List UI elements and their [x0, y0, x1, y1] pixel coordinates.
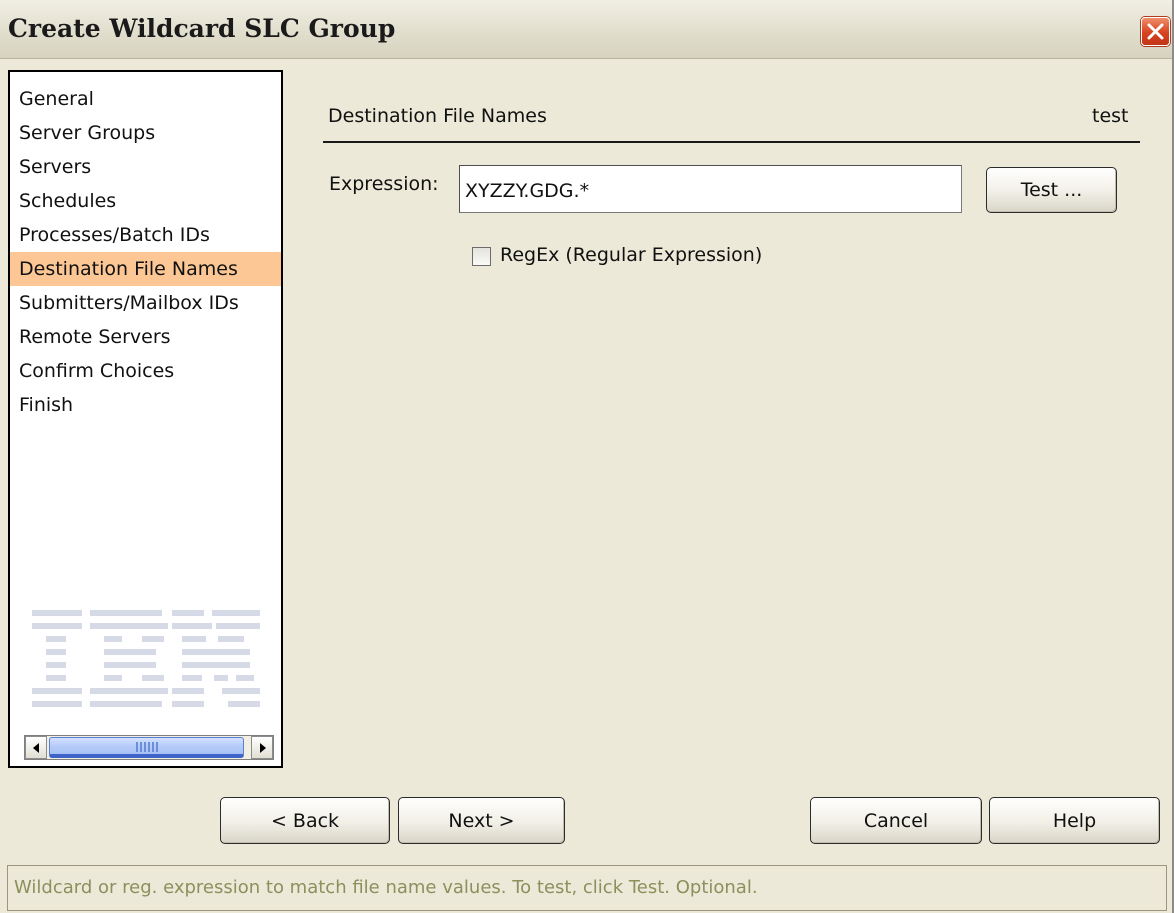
window-title: Create Wildcard SLC Group	[8, 14, 396, 43]
back-button[interactable]: < Back	[220, 797, 390, 844]
expression-label: Expression:	[329, 173, 439, 195]
regex-label[interactable]: RegEx (Regular Expression)	[500, 244, 762, 266]
nav-item-servers[interactable]: Servers	[10, 150, 281, 184]
nav-item-submitters-mailbox-ids[interactable]: Submitters/Mailbox IDs	[10, 286, 281, 320]
dialog-window: Create Wildcard SLC Group General Server…	[0, 0, 1174, 913]
regex-checkbox[interactable]	[472, 247, 491, 266]
expression-input[interactable]	[459, 165, 962, 213]
close-icon	[1147, 23, 1164, 40]
status-bar: Wildcard or reg. expression to match fil…	[7, 865, 1167, 911]
title-bar[interactable]: Create Wildcard SLC Group	[0, 0, 1172, 59]
next-button[interactable]: Next >	[398, 797, 565, 844]
nav-item-processes-batch-ids[interactable]: Processes/Batch IDs	[10, 218, 281, 252]
wizard-step-list: General Server Groups Servers Schedules …	[8, 70, 283, 768]
nav-item-destination-file-names[interactable]: Destination File Names	[10, 252, 281, 286]
nav-item-finish[interactable]: Finish	[10, 388, 281, 422]
section-title: Destination File Names	[328, 105, 547, 127]
nav-item-schedules[interactable]: Schedules	[10, 184, 281, 218]
help-button[interactable]: Help	[989, 797, 1160, 844]
nav-item-remote-servers[interactable]: Remote Servers	[10, 320, 281, 354]
nav-item-general[interactable]: General	[10, 82, 281, 116]
close-button[interactable]	[1141, 17, 1170, 46]
scroll-right-button[interactable]	[251, 736, 273, 759]
scroll-grip	[136, 742, 158, 752]
nav-item-confirm-choices[interactable]: Confirm Choices	[10, 354, 281, 388]
section-divider	[323, 141, 1140, 143]
scroll-right-icon	[260, 743, 266, 753]
section-tag: test	[1092, 105, 1129, 127]
test-button[interactable]: Test ...	[986, 167, 1117, 213]
nav-item-server-groups[interactable]: Server Groups	[10, 116, 281, 150]
ibm-logo	[32, 610, 260, 707]
cancel-button[interactable]: Cancel	[810, 797, 982, 844]
scroll-thumb[interactable]	[49, 737, 244, 758]
scroll-left-button[interactable]	[25, 736, 47, 759]
horizontal-scrollbar[interactable]	[24, 735, 274, 760]
scroll-left-icon	[33, 743, 39, 753]
